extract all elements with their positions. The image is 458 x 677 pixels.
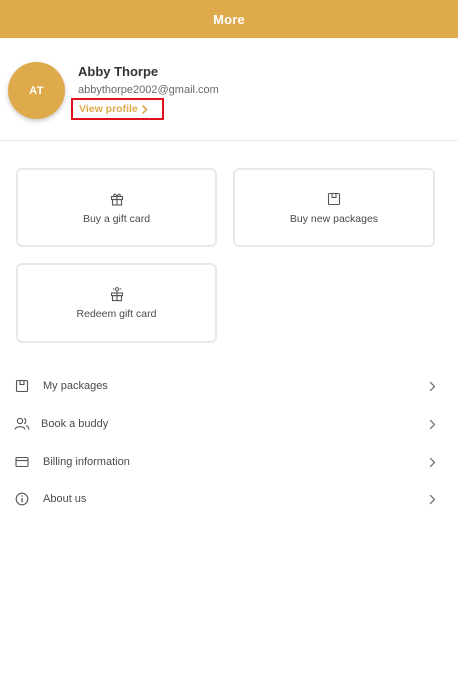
- menu-item-label: My packages: [43, 380, 108, 392]
- info-icon: [14, 491, 30, 507]
- redeem-gift-card-button[interactable]: Redeem gift card: [16, 263, 217, 343]
- menu-item-label: About us: [43, 493, 87, 505]
- card-label: Buy new packages: [289, 212, 379, 225]
- chevron-right-icon: [427, 418, 437, 430]
- page-title: More: [213, 11, 245, 27]
- menu-item-billing-information[interactable]: Billing information: [0, 443, 458, 481]
- buy-gift-card-button[interactable]: Buy a gift card: [16, 168, 217, 247]
- app-header: More: [0, 0, 458, 38]
- package-icon: [14, 378, 30, 394]
- users-icon: [14, 416, 30, 432]
- package-icon: [326, 191, 342, 207]
- buy-new-packages-button[interactable]: Buy new packages: [233, 168, 435, 247]
- view-profile-label: View profile: [79, 103, 138, 115]
- menu-item-my-packages[interactable]: My packages: [0, 367, 458, 405]
- card-label: Redeem gift card: [76, 308, 157, 320]
- menu-item-about-us[interactable]: About us: [0, 480, 458, 518]
- chevron-right-icon: [427, 493, 437, 505]
- profile-section: AT Abby Thorpe abbythorpe2002@gmail.com …: [0, 38, 458, 141]
- credit-card-icon: [14, 454, 30, 470]
- avatar[interactable]: AT: [8, 62, 65, 119]
- menu-item-label: Billing information: [43, 456, 130, 468]
- menu-item-book-a-buddy[interactable]: Book a buddy: [0, 405, 458, 443]
- profile-name: Abby Thorpe: [78, 64, 159, 79]
- menu-item-label: Book a buddy: [41, 418, 109, 430]
- view-profile-link[interactable]: View profile: [71, 98, 164, 120]
- profile-email: abbythorpe2002@gmail.com: [78, 84, 219, 96]
- redeem-gift-icon: [109, 286, 125, 302]
- chevron-right-icon: [427, 380, 437, 392]
- chevron-right-icon: [141, 104, 148, 114]
- gift-icon: [109, 191, 125, 207]
- card-label: Buy a gift card: [82, 212, 151, 225]
- chevron-right-icon: [427, 456, 437, 468]
- avatar-initials: AT: [29, 84, 44, 97]
